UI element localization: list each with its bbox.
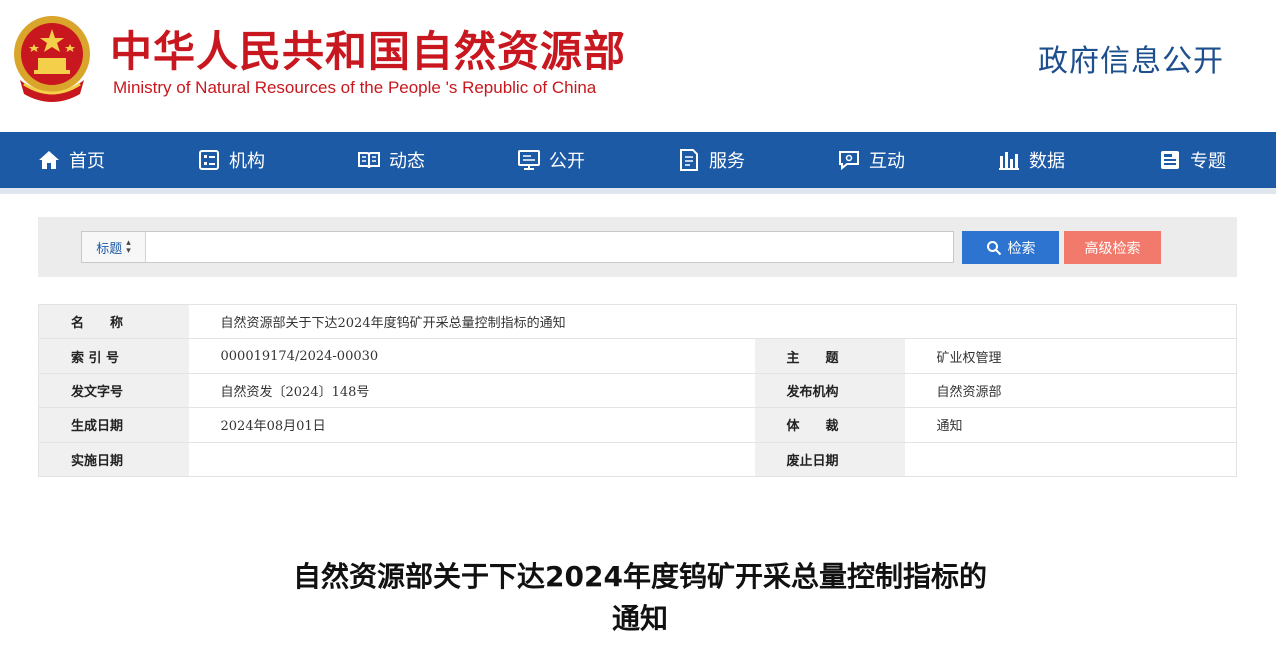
issuer-label: 发布机构 [754, 372, 905, 409]
national-emblem-icon[interactable] [10, 14, 94, 102]
nav-item-org[interactable]: 机构 [197, 132, 265, 188]
nav-item-service[interactable]: 服务 [677, 132, 745, 188]
nav-item-label: 数据 [1029, 151, 1065, 172]
nav-item-label: 动态 [389, 151, 425, 172]
site-header: 中华人民共和国自然资源部 Ministry of Natural Resourc… [0, 0, 1280, 132]
effective-value [188, 441, 755, 477]
news-icon [358, 152, 380, 169]
nav-item-label: 服务 [709, 151, 745, 172]
document-info-table: 名 称 自然资源部关于下达2024年度钨矿开采总量控制指标的通知 索 引 号 0… [38, 303, 1237, 477]
nav-item-label: 专题 [1190, 151, 1226, 172]
topic-icon [1161, 151, 1179, 169]
genre-value: 通知 [904, 407, 1237, 443]
docno-value: 自然资发〔2024〕148号 [188, 372, 755, 409]
document-title: 自然资源部关于下达2024年度钨矿开采总量控制指标的 通知 [200, 556, 1080, 640]
topic-label: 主 题 [754, 338, 905, 374]
expiry-value [904, 441, 1237, 477]
nav-item-label: 公开 [549, 151, 585, 172]
issuer-value: 自然资源部 [904, 372, 1237, 409]
search-button-label: 检索 [1007, 239, 1036, 256]
nav-item-label: 互动 [869, 151, 905, 172]
document-title-line1: 自然资源部关于下达2024年度钨矿开采总量控制指标的 [293, 560, 987, 593]
genre-label: 体 裁 [754, 407, 905, 443]
docno-label: 发文字号 [38, 372, 189, 409]
site-title[interactable]: 中华人民共和国自然资源部 [110, 18, 626, 79]
nav-item-data[interactable]: 数据 [997, 132, 1065, 188]
org-icon [199, 150, 219, 170]
name-value: 自然资源部关于下达2024年度钨矿开采总量控制指标的通知 [188, 303, 1237, 340]
monitor-icon [518, 150, 540, 170]
search-icon [986, 240, 1001, 255]
gov-info-link[interactable]: 政府信息公开 [1038, 36, 1224, 80]
document-title-line2: 通知 [611, 602, 668, 635]
home-icon [39, 151, 59, 169]
nav-item-public[interactable]: 公开 [517, 132, 585, 188]
table-row: 名 称 自然资源部关于下达2024年度钨矿开采总量控制指标的通知 [38, 303, 1237, 340]
main-nav: 首页 机构 动态 公开 服务 互动 数据 专题 [0, 132, 1276, 194]
created-value: 2024年08月01日 [188, 407, 755, 443]
effective-label: 实施日期 [38, 441, 189, 477]
table-row: 发文字号 自然资发〔2024〕148号 发布机构 自然资源部 [38, 372, 1237, 409]
search-button[interactable]: 检索 [962, 231, 1059, 264]
service-icon [680, 149, 698, 171]
nav-item-home[interactable]: 首页 [37, 132, 105, 188]
chat-icon [839, 151, 859, 171]
table-row: 索 引 号 000019174/2024-00030 主 题 矿业权管理 [38, 338, 1237, 374]
name-label: 名 称 [38, 303, 189, 340]
nav-item-interact[interactable]: 互动 [837, 132, 905, 188]
search-input[interactable] [148, 232, 948, 262]
site-subtitle: Ministry of Natural Resources of the Peo… [113, 78, 597, 97]
table-row: 实施日期 废止日期 [38, 441, 1237, 477]
search-field-select[interactable]: 标题 ▴ ▾ [82, 232, 146, 262]
created-label: 生成日期 [38, 407, 189, 443]
table-row: 生成日期 2024年08月01日 体 裁 通知 [38, 407, 1237, 443]
nav-item-label: 机构 [229, 151, 265, 172]
topic-value: 矿业权管理 [904, 338, 1237, 374]
advanced-search-label: 高级检索 [1084, 239, 1141, 256]
nav-item-news[interactable]: 动态 [357, 132, 425, 188]
expiry-label: 废止日期 [754, 441, 905, 477]
bar-chart-icon [999, 152, 1019, 170]
search-panel: 标题 ▴ ▾ 检索 高级检索 [38, 217, 1237, 277]
nav-item-topic[interactable]: 专题 [1158, 132, 1226, 188]
search-field-select-value: 标题 [96, 241, 123, 257]
index-label: 索 引 号 [38, 338, 189, 374]
search-box: 标题 ▴ ▾ [81, 231, 954, 263]
index-value: 000019174/2024-00030 [188, 338, 755, 374]
nav-item-label: 首页 [69, 151, 105, 172]
select-arrows-icon: ▴ ▾ [126, 238, 131, 256]
advanced-search-button[interactable]: 高级检索 [1064, 231, 1161, 264]
